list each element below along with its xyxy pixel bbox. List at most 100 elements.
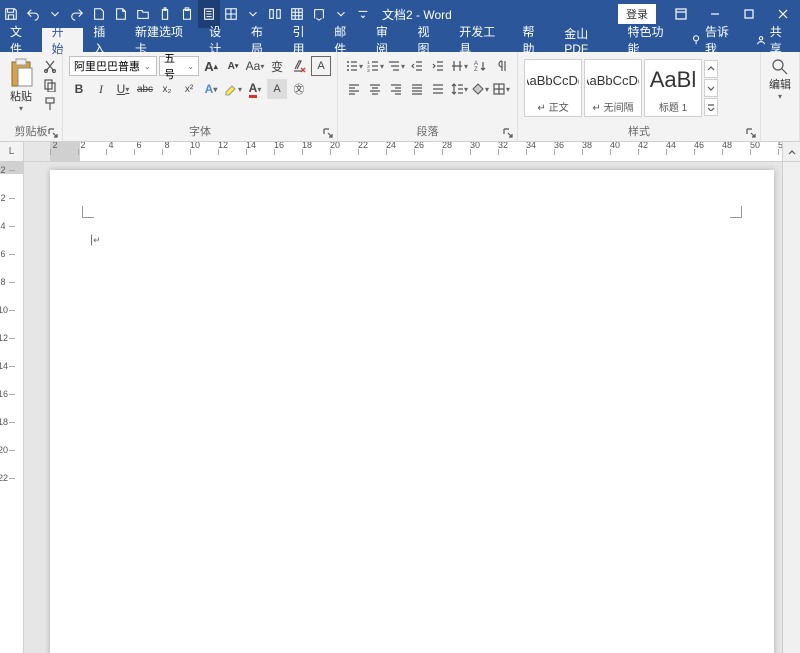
style-name-label: 标题 1 [647, 99, 699, 114]
horizontal-ruler[interactable]: 2246810121416182022242628303234363840424… [24, 142, 782, 161]
sort-icon[interactable]: AZ [470, 56, 490, 76]
style-no-spacing[interactable]: AaBbCcDd ↵ 无间隔 [584, 59, 642, 117]
svg-text:Z: Z [474, 67, 478, 73]
number-list-icon[interactable]: 123▾ [365, 56, 385, 76]
style-heading1[interactable]: AaBl 标题 1 [644, 59, 702, 117]
margin-corner-tr [730, 206, 742, 218]
line-spacing-icon[interactable]: ▾ [449, 79, 469, 99]
tab-wps-pdf[interactable]: 金山PDF [554, 28, 617, 52]
vertical-ruler[interactable]: 2246810121416182022 [0, 162, 24, 653]
align-left-icon[interactable] [344, 79, 364, 99]
dialog-launcher-clipboard[interactable] [48, 127, 60, 139]
tab-selector[interactable]: L [0, 142, 24, 161]
tell-me-button[interactable]: 告诉我 [681, 28, 746, 52]
underline-button[interactable]: U▾ [113, 79, 133, 99]
styles-scroll-up-icon[interactable] [704, 60, 718, 78]
enclose-character-icon[interactable]: ㉆ [289, 79, 309, 99]
document-canvas[interactable]: |↵ [24, 162, 782, 653]
tab-custom[interactable]: 新建选项卡 [125, 28, 199, 52]
tab-review[interactable]: 审阅 [366, 28, 408, 52]
window-title: 文档2 - Word [374, 6, 618, 23]
paste-label: 粘贴 [10, 88, 32, 104]
decrease-indent-icon[interactable] [407, 56, 427, 76]
style-normal[interactable]: AaBbCcDd ↵ 正文 [524, 59, 582, 117]
tab-help[interactable]: 帮助 [513, 28, 555, 52]
show-marks-icon[interactable] [491, 56, 511, 76]
group-label-editing [763, 125, 797, 141]
copy-icon[interactable] [42, 77, 58, 93]
align-justify-icon[interactable] [407, 79, 427, 99]
increase-indent-icon[interactable] [428, 56, 448, 76]
tab-references[interactable]: 引用 [283, 28, 325, 52]
shrink-font-icon[interactable]: A▾ [223, 56, 243, 76]
ruler-row: L 22468101214161820222426283032343638404… [0, 142, 800, 162]
font-size-value: 五号 [164, 50, 183, 82]
vertical-scrollbar[interactable] [782, 162, 800, 653]
ribbon: 粘贴 ▾ 剪贴板 阿里巴巴普惠⌄ 五号⌄ A▴ A▾ Aa▾ [0, 52, 800, 142]
tab-file[interactable]: 文件 [0, 28, 42, 52]
share-button[interactable]: 共享 [746, 28, 800, 52]
tab-view[interactable]: 视图 [408, 28, 450, 52]
title-bar: 文档2 - Word 登录 [0, 0, 800, 28]
styles-expand-icon[interactable] [704, 98, 718, 116]
page[interactable]: |↵ [50, 170, 774, 653]
tab-design[interactable]: 设计 [199, 28, 241, 52]
font-size-select[interactable]: 五号⌄ [159, 56, 199, 76]
scroll-up-button[interactable] [782, 142, 800, 161]
document-area: 2246810121416182022 |↵ [0, 162, 800, 653]
clear-format-icon[interactable] [289, 56, 309, 76]
asian-layout-icon[interactable]: ▾ [449, 56, 469, 76]
grow-font-icon[interactable]: A▴ [201, 56, 221, 76]
tab-home[interactable]: 开始 [42, 28, 84, 52]
tab-mailings[interactable]: 邮件 [324, 28, 366, 52]
phonetic-guide-icon[interactable]: 变 [267, 56, 287, 76]
ribbon-tabs: 文件 开始 插入 新建选项卡 设计 布局 引用 邮件 审阅 视图 开发工具 帮助… [0, 28, 800, 52]
margin-corner-tl [82, 206, 94, 218]
group-clipboard: 粘贴 ▾ 剪贴板 [0, 52, 63, 141]
tab-layout[interactable]: 布局 [241, 28, 283, 52]
multilevel-list-icon[interactable]: ▾ [386, 56, 406, 76]
chevron-down-icon: ▾ [778, 92, 782, 101]
svg-text:3: 3 [367, 68, 370, 73]
style-preview: AaBl [647, 62, 699, 99]
text-effects-icon[interactable]: A▾ [201, 79, 221, 99]
maximize-icon[interactable] [732, 0, 766, 28]
dialog-launcher-font[interactable] [323, 127, 335, 139]
style-preview: AaBbCcDd [587, 62, 639, 99]
font-color-icon[interactable]: A▾ [245, 79, 265, 99]
subscript-button[interactable]: x₂ [157, 79, 177, 99]
dialog-launcher-styles[interactable] [746, 127, 758, 139]
tab-special[interactable]: 特色功能 [618, 28, 681, 52]
styles-scroll-down-icon[interactable] [704, 79, 718, 97]
group-styles: AaBbCcDd ↵ 正文 AaBbCcDd ↵ 无间隔 AaBl 标题 1 样… [518, 52, 761, 141]
tab-developer[interactable]: 开发工具 [449, 28, 512, 52]
align-right-icon[interactable] [386, 79, 406, 99]
align-distribute-icon[interactable] [428, 79, 448, 99]
superscript-button[interactable]: x² [179, 79, 199, 99]
borders-icon[interactable]: ▾ [491, 79, 511, 99]
font-name-select[interactable]: 阿里巴巴普惠⌄ [69, 56, 157, 76]
group-label-styles: 样式 [520, 121, 758, 141]
change-case-button[interactable]: Aa▾ [245, 56, 265, 76]
dialog-launcher-paragraph[interactable] [503, 127, 515, 139]
group-paragraph: ▾ 123▾ ▾ ▾ AZ ▾ ▾ ▾ [338, 52, 518, 141]
chevron-down-icon: ▾ [19, 104, 23, 113]
character-border-icon[interactable]: A [311, 56, 331, 76]
highlight-icon[interactable]: ▾ [223, 79, 243, 99]
bullet-list-icon[interactable]: ▾ [344, 56, 364, 76]
format-painter-icon[interactable] [42, 96, 58, 112]
cut-icon[interactable] [42, 58, 58, 74]
group-label-font: 字体 [65, 121, 335, 141]
strikethrough-button[interactable]: abc [135, 79, 155, 99]
shading-icon[interactable]: ▾ [470, 79, 490, 99]
login-button[interactable]: 登录 [618, 4, 656, 24]
tab-insert[interactable]: 插入 [83, 28, 125, 52]
character-shading-icon[interactable]: A [267, 79, 287, 99]
group-label-paragraph: 段落 [340, 121, 515, 141]
bold-button[interactable]: B [69, 79, 89, 99]
font-name-value: 阿里巴巴普惠 [74, 58, 140, 74]
find-button[interactable]: 编辑 ▾ [769, 58, 791, 101]
paste-button[interactable]: 粘贴 ▾ [6, 56, 36, 115]
italic-button[interactable]: I [91, 79, 111, 99]
align-center-icon[interactable] [365, 79, 385, 99]
